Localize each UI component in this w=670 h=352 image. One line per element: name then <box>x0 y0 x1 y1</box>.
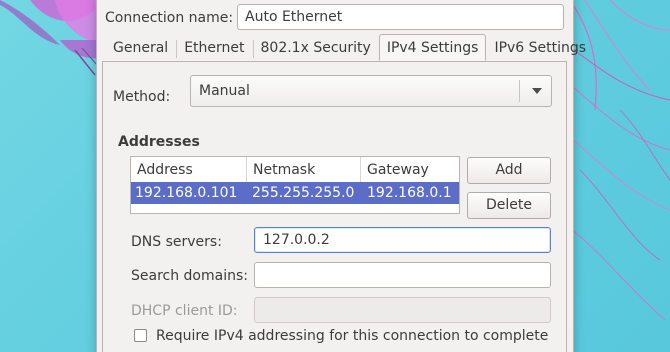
dns-servers-input[interactable] <box>254 227 551 253</box>
column-header-address[interactable]: Address <box>131 157 247 182</box>
connection-editor-dialog: Connection name: General Ethernet 802.1x… <box>96 0 586 352</box>
addresses-heading: Addresses <box>118 134 200 150</box>
netmask-cell[interactable]: 255.255.255.0 <box>252 185 354 201</box>
tab-ethernet[interactable]: Ethernet <box>176 34 252 61</box>
delete-address-button[interactable]: Delete <box>467 192 551 219</box>
table-row[interactable]: 192.168.0.101 255.255.255.0 192.168.0.1 <box>131 182 459 204</box>
select-separator <box>519 80 520 102</box>
tab-ipv4-settings[interactable]: IPv4 Settings <box>378 34 487 61</box>
require-ipv4-label[interactable]: Require IPv4 addressing for this connect… <box>156 328 548 344</box>
method-label: Method: <box>113 89 171 105</box>
column-header-netmask[interactable]: Netmask <box>247 157 361 182</box>
dhcp-client-id-input[interactable] <box>254 297 551 323</box>
tab-ipv6-settings[interactable]: IPv6 Settings <box>486 34 594 61</box>
require-ipv4-checkbox[interactable] <box>134 329 147 342</box>
connection-name-row: Connection name: <box>105 4 565 34</box>
tab-general[interactable]: General <box>105 34 176 61</box>
column-header-gateway[interactable]: Gateway <box>361 157 459 182</box>
address-cell[interactable]: 192.168.0.101 <box>135 185 237 201</box>
connection-name-input[interactable] <box>237 4 564 30</box>
table-header: Address Netmask Gateway <box>131 157 459 183</box>
search-domains-input[interactable] <box>254 262 551 288</box>
settings-tabs: General Ethernet 802.1x Security IPv4 Se… <box>105 34 594 62</box>
connection-name-label: Connection name: <box>105 10 234 26</box>
dhcp-client-id-label: DHCP client ID: <box>131 303 238 319</box>
dns-servers-label: DNS servers: <box>131 234 222 250</box>
tab-8021x-security[interactable]: 802.1x Security <box>252 34 379 61</box>
gateway-cell[interactable]: 192.168.0.1 <box>367 185 452 201</box>
chevron-down-icon <box>532 88 542 94</box>
method-value: Manual <box>199 83 250 99</box>
addresses-table[interactable]: Address Netmask Gateway 192.168.0.101 25… <box>130 156 460 214</box>
wallpaper-flower-left <box>0 0 100 352</box>
method-select[interactable]: Manual <box>190 75 552 107</box>
search-domains-label: Search domains: <box>131 268 248 284</box>
add-address-button[interactable]: Add <box>467 157 551 184</box>
